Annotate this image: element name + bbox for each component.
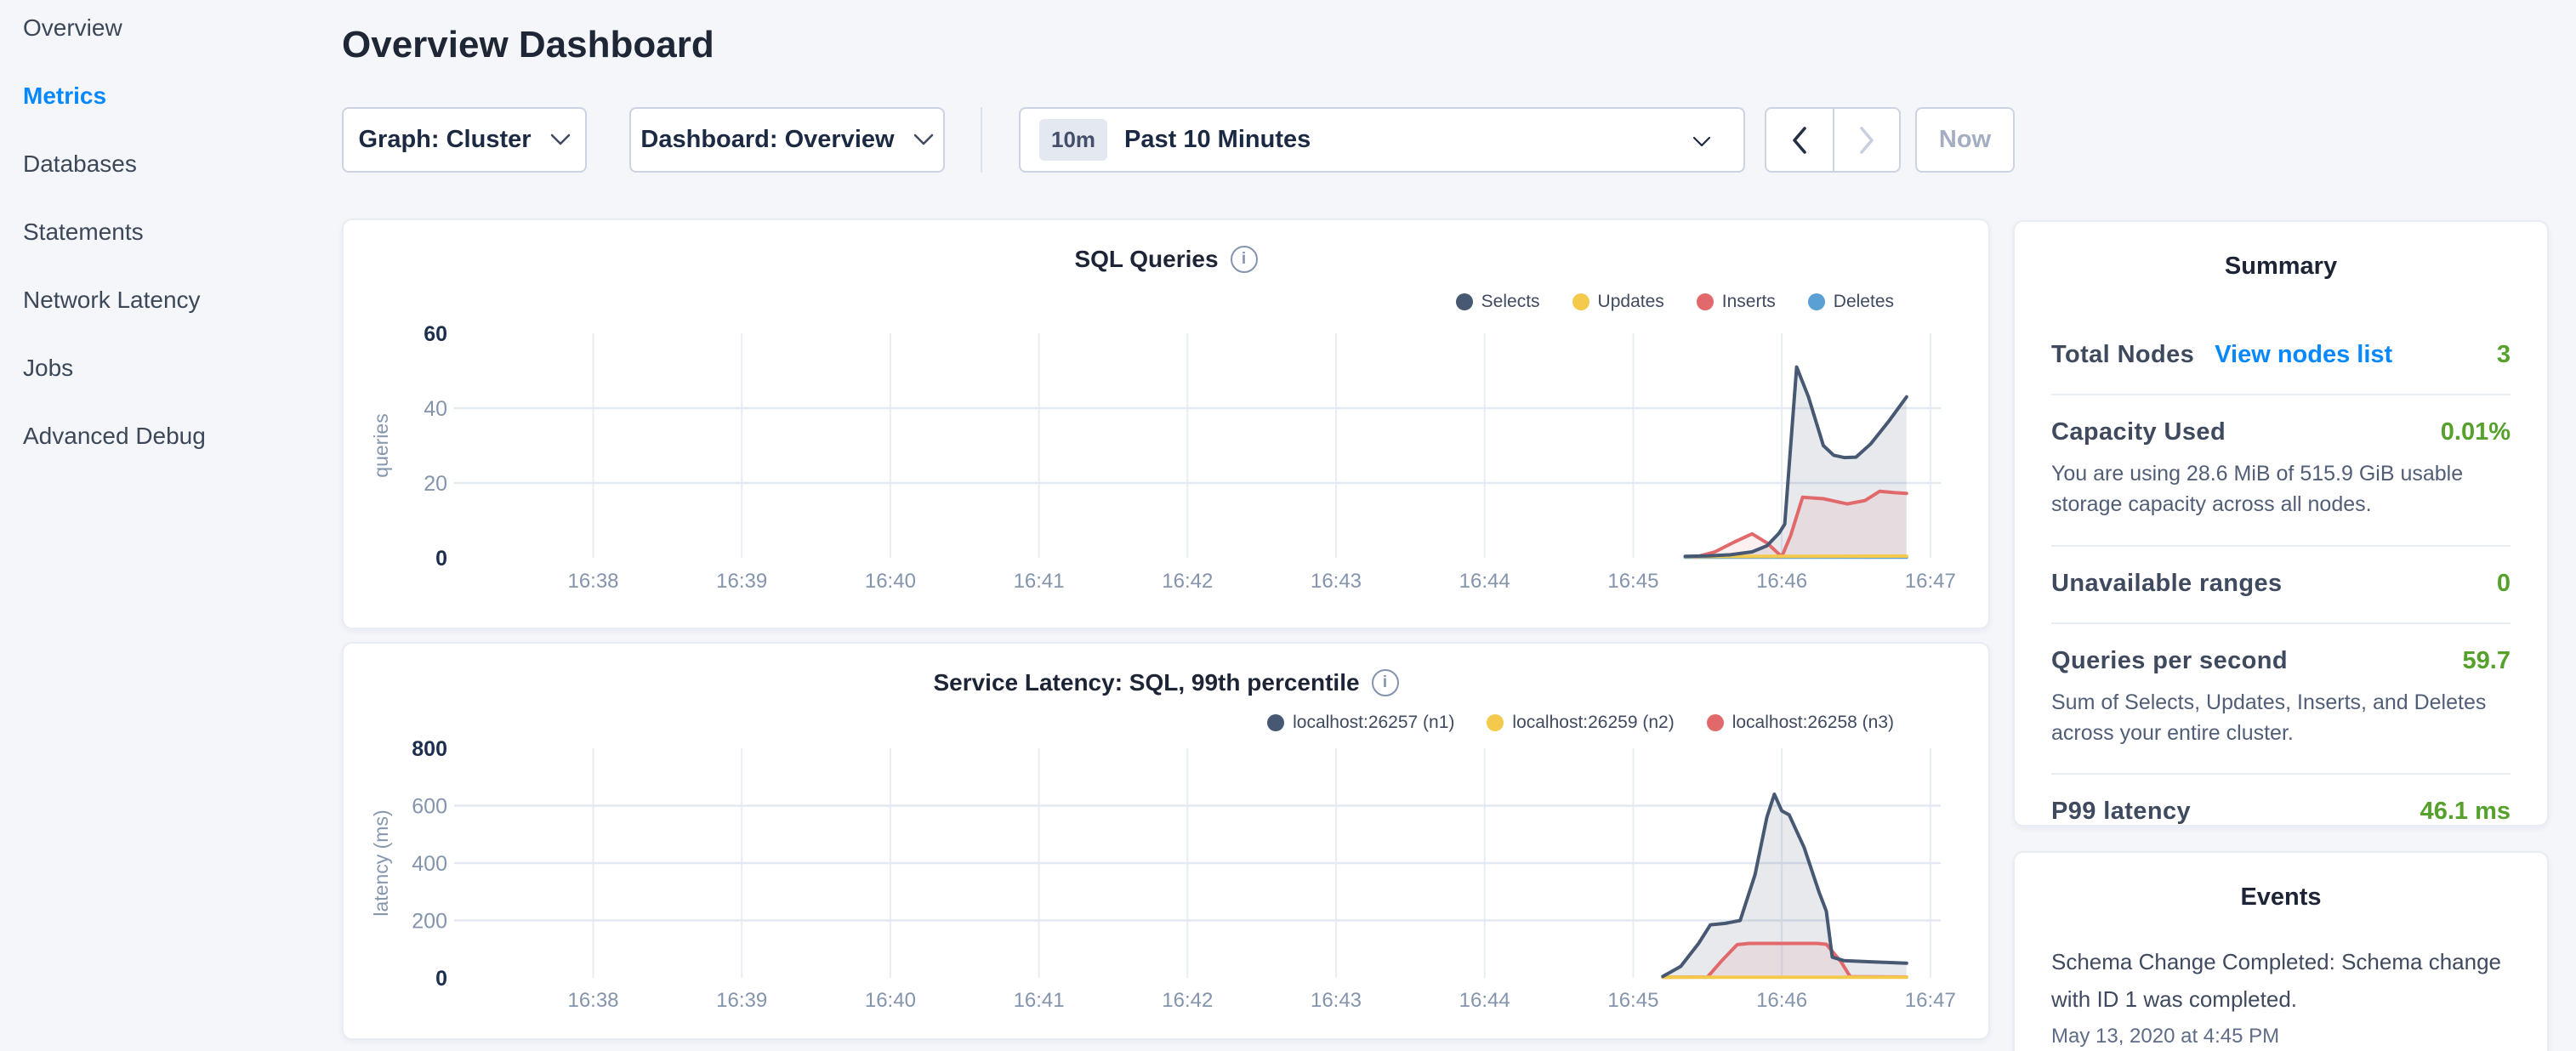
capacity-used-row: Capacity Used 0.01% You are using 28.6 M… bbox=[2051, 395, 2511, 547]
now-button-label: Now bbox=[1917, 126, 2013, 154]
svg-text:16:42: 16:42 bbox=[1162, 989, 1213, 1012]
dashboard-dropdown[interactable]: Dashboard: Overview bbox=[629, 107, 945, 173]
queries-per-second-value: 59.7 bbox=[2463, 647, 2511, 675]
chart-title-row: Service Latency: SQL, 99th percentile i bbox=[344, 669, 1988, 696]
total-nodes-label: Total Nodes bbox=[2051, 341, 2194, 369]
svg-text:0: 0 bbox=[435, 967, 447, 991]
capacity-used-value: 0.01% bbox=[2441, 418, 2511, 446]
svg-text:16:44: 16:44 bbox=[1459, 570, 1510, 593]
sidebar-item-network-latency[interactable]: Network Latency bbox=[23, 287, 340, 313]
sidebar-item-advanced-debug[interactable]: Advanced Debug bbox=[23, 423, 340, 449]
page-title: Overview Dashboard bbox=[342, 24, 714, 66]
chevron-down-icon bbox=[913, 134, 934, 146]
summary-rows: Total Nodes View nodes list 3 Capacity U… bbox=[2015, 318, 2547, 850]
svg-text:16:45: 16:45 bbox=[1607, 570, 1658, 593]
event-timestamp: May 13, 2020 at 4:45 PM bbox=[2051, 1025, 2511, 1048]
sidebar-item-jobs[interactable]: Jobs bbox=[23, 355, 340, 381]
unavailable-ranges-row: Unavailable ranges 0 bbox=[2051, 547, 2511, 624]
chevron-down-icon bbox=[550, 134, 571, 146]
events-heading: Events bbox=[2015, 853, 2547, 912]
chevron-right-icon bbox=[1858, 126, 1875, 155]
svg-text:16:38: 16:38 bbox=[567, 989, 618, 1012]
dashboard-dropdown-label: Dashboard: Overview bbox=[640, 126, 894, 154]
graph-dropdown-label: Graph: Cluster bbox=[358, 126, 531, 154]
sidebar-item-overview[interactable]: Overview bbox=[23, 15, 340, 41]
events-panel: Events Schema Change Completed: Schema c… bbox=[2013, 851, 2549, 1051]
svg-text:queries: queries bbox=[370, 413, 392, 477]
svg-text:16:47: 16:47 bbox=[1905, 570, 1956, 593]
svg-text:16:46: 16:46 bbox=[1756, 989, 1807, 1012]
chart-title: Service Latency: SQL, 99th percentile bbox=[933, 669, 1359, 696]
svg-text:16:39: 16:39 bbox=[716, 989, 767, 1012]
svg-text:16:44: 16:44 bbox=[1459, 989, 1510, 1012]
p99-latency-label: P99 latency bbox=[2051, 798, 2191, 826]
queries-per-second-description: Sum of Selects, Updates, Inserts, and De… bbox=[2051, 687, 2511, 749]
unavailable-ranges-value: 0 bbox=[2497, 570, 2511, 598]
total-nodes-row: Total Nodes View nodes list 3 bbox=[2051, 318, 2511, 395]
event-list-item[interactable]: Schema Change Completed: Schema change w… bbox=[2015, 944, 2547, 1048]
sql-queries-chart-plot[interactable]: 60 40 20 0 16:38 16:39 16:40 16:41 16:42 16:43 16:… bbox=[344, 305, 1992, 631]
sidebar-item-statements[interactable]: Statements bbox=[23, 219, 340, 245]
p99-latency-value: 46.1 ms bbox=[2420, 798, 2511, 826]
time-forward-button[interactable] bbox=[1833, 107, 1899, 173]
summary-panel: Summary Total Nodes View nodes list 3 Ca… bbox=[2013, 220, 2549, 827]
info-icon[interactable]: i bbox=[1231, 246, 1258, 273]
event-text: Schema Change Completed: Schema change w… bbox=[2051, 944, 2511, 1018]
svg-text:16:39: 16:39 bbox=[716, 570, 767, 593]
controls-bar: Graph: Cluster Dashboard: Overview 10m P… bbox=[0, 107, 2576, 173]
svg-text:16:43: 16:43 bbox=[1311, 989, 1362, 1012]
total-nodes-value: 3 bbox=[2497, 341, 2511, 369]
capacity-used-label: Capacity Used bbox=[2051, 418, 2226, 446]
view-nodes-list-link[interactable]: View nodes list bbox=[2215, 341, 2392, 369]
svg-text:20: 20 bbox=[424, 472, 447, 496]
sidebar-item-metrics[interactable]: Metrics bbox=[23, 83, 340, 109]
svg-text:200: 200 bbox=[412, 910, 447, 934]
now-button[interactable]: Now bbox=[1915, 107, 2015, 173]
graph-dropdown[interactable]: Graph: Cluster bbox=[342, 107, 587, 173]
service-latency-chart-plot[interactable]: 800 600 400 200 0 16:38 16:39 16:40 16:41 16:42 16… bbox=[344, 724, 1992, 1042]
service-latency-chart-card: Service Latency: SQL, 99th percentile i … bbox=[342, 642, 1990, 1040]
chevron-down-icon bbox=[1692, 136, 1711, 148]
info-icon[interactable]: i bbox=[1372, 669, 1399, 696]
svg-text:16:42: 16:42 bbox=[1162, 570, 1213, 593]
svg-text:40: 40 bbox=[424, 397, 447, 421]
time-range-label: Past 10 Minutes bbox=[1124, 126, 1311, 154]
svg-text:16:45: 16:45 bbox=[1607, 989, 1658, 1012]
unavailable-ranges-label: Unavailable ranges bbox=[2051, 570, 2283, 598]
chart-title-row: SQL Queries i bbox=[344, 246, 1988, 273]
svg-text:16:46: 16:46 bbox=[1756, 570, 1807, 593]
svg-text:16:43: 16:43 bbox=[1311, 570, 1362, 593]
svg-text:0: 0 bbox=[435, 547, 447, 571]
time-step-buttons bbox=[1765, 107, 1901, 173]
svg-text:60: 60 bbox=[424, 322, 447, 346]
svg-text:latency (ms): latency (ms) bbox=[370, 810, 392, 916]
controls-divider bbox=[981, 107, 982, 173]
queries-per-second-row: Queries per second 59.7 Sum of Selects, … bbox=[2051, 624, 2511, 775]
svg-text:16:38: 16:38 bbox=[567, 570, 618, 593]
svg-text:600: 600 bbox=[412, 795, 447, 819]
svg-text:800: 800 bbox=[412, 737, 447, 761]
svg-text:16:40: 16:40 bbox=[865, 570, 916, 593]
svg-text:16:47: 16:47 bbox=[1905, 989, 1956, 1012]
time-range-selector[interactable]: 10m Past 10 Minutes bbox=[1019, 107, 1745, 173]
svg-text:16:41: 16:41 bbox=[1014, 989, 1065, 1012]
svg-text:16:41: 16:41 bbox=[1014, 570, 1065, 593]
sql-queries-chart-card: SQL Queries i SelectsUpdatesInsertsDelet… bbox=[342, 219, 1990, 629]
time-back-button[interactable] bbox=[1766, 107, 1833, 173]
svg-text:400: 400 bbox=[412, 852, 447, 876]
svg-text:16:40: 16:40 bbox=[865, 989, 916, 1012]
queries-per-second-label: Queries per second bbox=[2051, 647, 2288, 675]
chevron-left-icon bbox=[1791, 126, 1808, 155]
p99-latency-row: P99 latency 46.1 ms bbox=[2051, 775, 2511, 850]
time-range-badge: 10m bbox=[1039, 119, 1107, 161]
capacity-used-description: You are using 28.6 MiB of 515.9 GiB usab… bbox=[2051, 458, 2511, 520]
chart-title: SQL Queries bbox=[1074, 246, 1218, 273]
summary-heading: Summary bbox=[2015, 222, 2547, 281]
